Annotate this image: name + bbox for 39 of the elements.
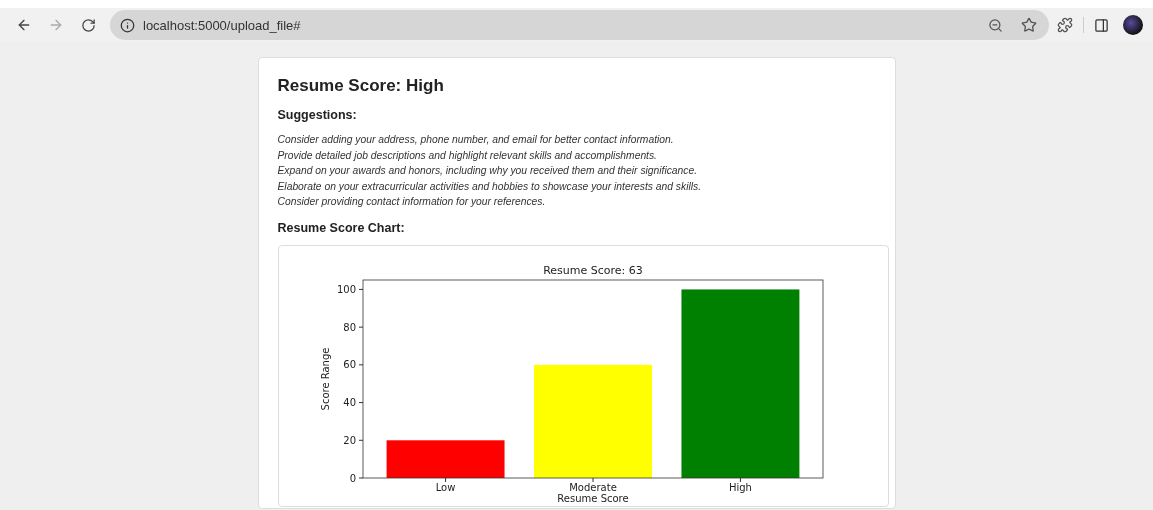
side-panel-icon[interactable] (1094, 17, 1109, 33)
zoom-icon[interactable] (988, 17, 1003, 33)
y-tick-label: 0 (349, 472, 356, 483)
suggestion-text: Consider providing contact information for your references. (277, 195, 547, 209)
y-tick: 100 (336, 283, 363, 295)
chart-title: Resume Score: 63 (542, 263, 643, 277)
forward-arrow-icon (48, 17, 64, 33)
reload-icon (80, 17, 96, 33)
info-icon[interactable] (120, 17, 135, 33)
avatar-icon[interactable] (1123, 15, 1143, 35)
y-tick-label: 40 (342, 396, 356, 408)
suggestion-text: Expand on your awards and honors, including why you received them and their significance. (277, 164, 699, 178)
y-tick-label: 60 (342, 358, 356, 370)
star-icon[interactable] (1021, 17, 1037, 33)
x-tick-label: Low (435, 481, 455, 493)
x-tick: Moderate (568, 477, 617, 493)
url-text: localhost:5000/upload_file# (143, 17, 302, 33)
score-title: Resume Score: High (277, 76, 445, 96)
y-tick: 20 (342, 434, 363, 446)
y-tick-label: 80 (342, 321, 356, 333)
y-tick: 60 (342, 358, 363, 370)
y-tick: 0 (349, 472, 363, 483)
x-tick: High (728, 477, 752, 493)
suggestion-text: Provide detailed job descriptions and highlight relevant skills and accomplishments. (277, 148, 658, 163)
chart-heading: Resume Score Chart: (277, 220, 406, 235)
y-tick-label: 100 (336, 283, 356, 295)
y-tick: 80 (342, 321, 363, 333)
y-axis-label: Score Range (319, 347, 331, 410)
suggestion-text: Consider adding your address, phone number, and email for better contact information. (277, 133, 675, 147)
puzzle-icon[interactable] (1057, 17, 1073, 33)
suggestion-text: Elaborate on your extracurricular activities and hobbies to showcase your interests and skills. (277, 179, 703, 194)
x-axis-label: Resume Score (556, 492, 629, 504)
y-tick: 40 (342, 396, 363, 408)
x-tick: Low (435, 477, 455, 493)
x-tick-label: Moderate (568, 481, 617, 493)
x-tick-label: High (728, 481, 752, 493)
y-tick-label: 20 (342, 434, 356, 446)
address-bar[interactable]: localhost:5000/upload_file# (110, 10, 1049, 40)
suggestions-heading: Suggestions: (277, 108, 358, 122)
